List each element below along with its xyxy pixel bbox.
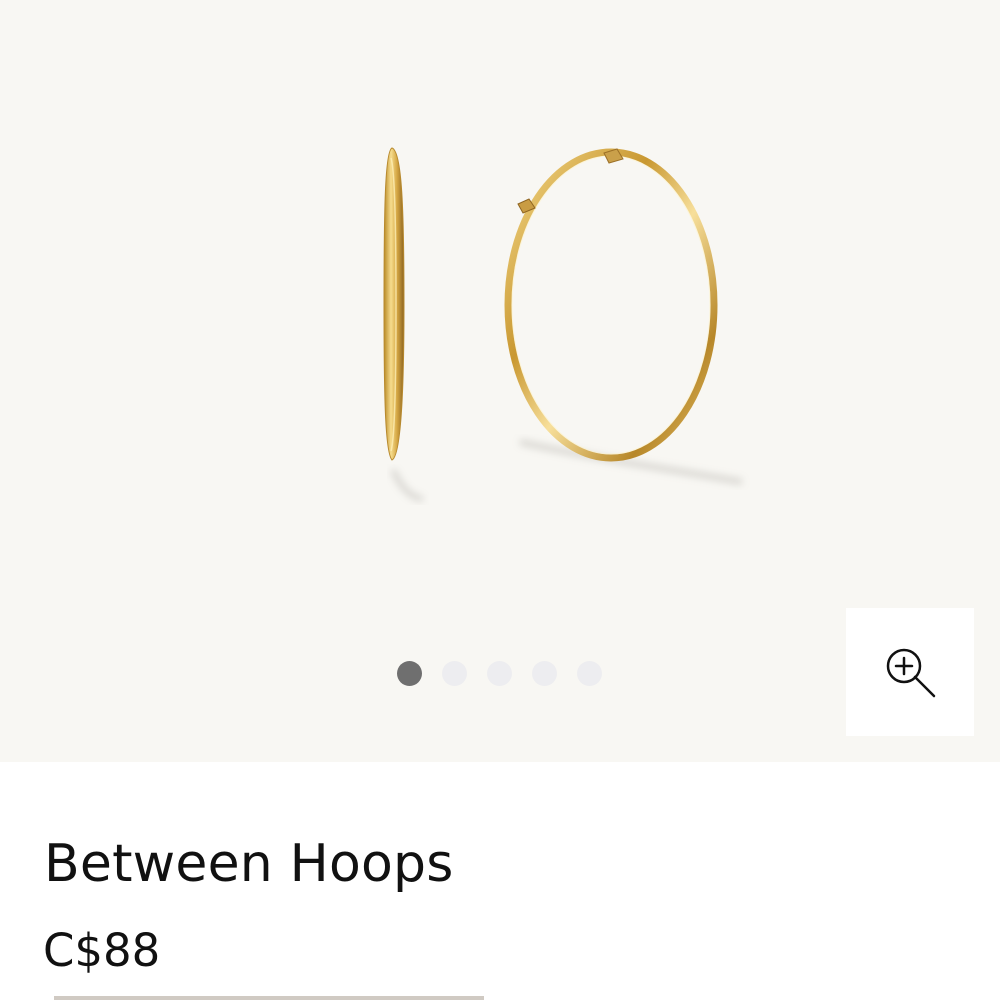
gallery-pagination <box>397 660 602 686</box>
zoom-button[interactable] <box>846 608 974 736</box>
gallery-dot-3[interactable] <box>487 660 512 686</box>
earring-shadow <box>390 439 743 502</box>
gallery-dot-2[interactable] <box>442 660 467 686</box>
gallery-dot-5[interactable] <box>577 660 602 686</box>
gallery-dot-4[interactable] <box>532 660 557 686</box>
product-page: Between Hoops C$88 <box>0 0 1000 1000</box>
gallery-dot-1[interactable] <box>397 660 422 686</box>
product-title: Between Hoops <box>44 834 454 894</box>
side-hoop-earring <box>383 147 405 461</box>
zoom-in-icon <box>886 648 936 698</box>
front-hoop-earring <box>504 148 718 462</box>
section-divider <box>54 996 484 1000</box>
product-image-gallery[interactable] <box>0 0 1000 762</box>
product-price: C$88 <box>43 924 161 977</box>
